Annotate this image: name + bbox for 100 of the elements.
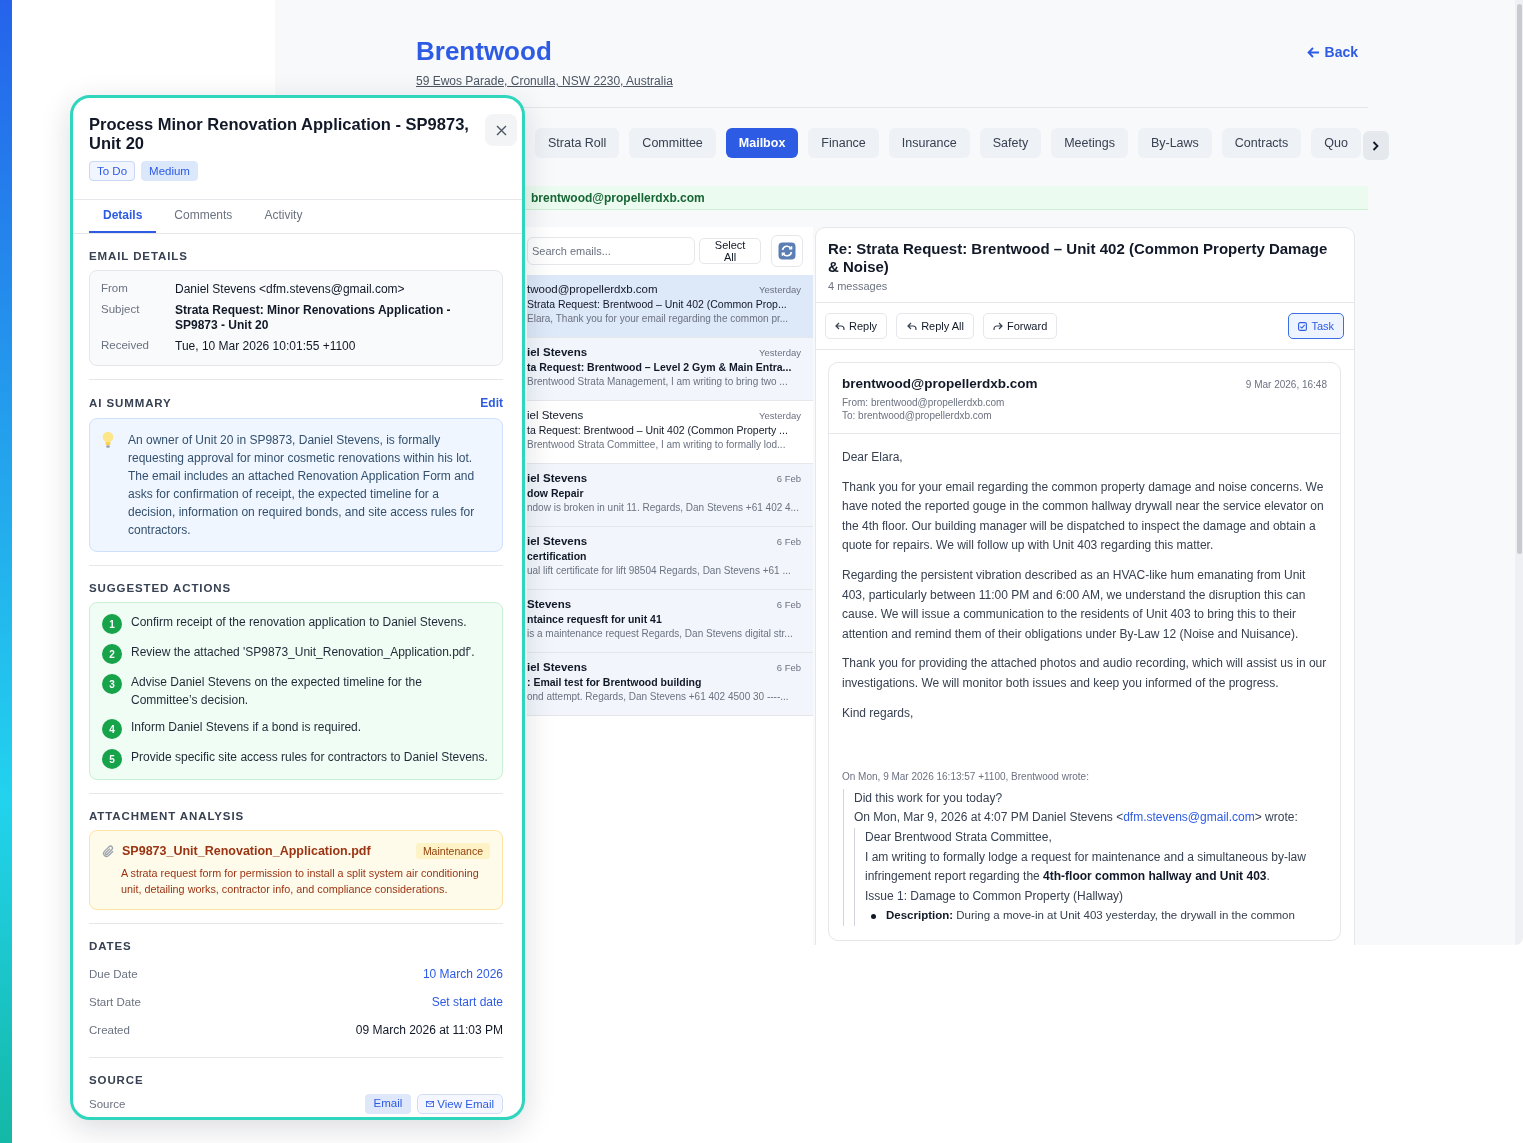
- email-subject: ta Request: Brentwood – Level 2 Gym & Main Entra...: [527, 361, 793, 373]
- section-heading: DATES: [89, 940, 132, 952]
- attachment-description: A strata request form for permission to install a split system air conditioning unit, detailing works, contractor info, and compliance considerations.: [121, 866, 480, 897]
- email-preview: ual lift certificate for lift 98504 Regards, Dan Stevens +61 ...: [527, 565, 792, 576]
- quoted-text: Did this work for you today?: [854, 789, 1004, 807]
- thread-subject: Re: Strata Request: Brentwood – Unit 402 (Common Property Damage & Noise): [828, 240, 1329, 276]
- nav-tab[interactable]: Strata Roll: [535, 128, 620, 158]
- message-to: To: brentwood@propellerdxb.com: [842, 409, 993, 422]
- nav-tab[interactable]: Finance: [808, 128, 879, 158]
- step-number: 2: [102, 644, 122, 664]
- action-text: Review the attached 'SP9873_Unit_Renovation_Application.pdf'.: [131, 644, 475, 661]
- back-link[interactable]: Back: [1306, 44, 1358, 60]
- email-preview: Brentwood Strata Management, I am writing to bring two ...: [527, 376, 789, 387]
- email-date: 6 Feb: [776, 599, 801, 610]
- message-paragraph: Thank you for your email regarding the common property damage and noise concerns. We have noted the reported gouge in the common hallway drywall near the service elevator on the 4th floor. Our building manager will be dispatched to inspect the damage and obtain a quote for repairs. We will follow up with Unit 403 regarding this matter.: [842, 478, 1325, 555]
- email-date: 6 Feb: [776, 536, 801, 547]
- nav-tab[interactable]: Contracts: [1221, 128, 1302, 158]
- bullet-icon: [871, 913, 876, 919]
- email-date: Yesterday: [759, 347, 801, 358]
- email-list-item[interactable]: iel Stevens 6 Feb dow Repair ndow is broken in unit 11. Regards, Dan Stevens +61 402 4...: [527, 464, 813, 527]
- view-email-button[interactable]: View Email: [417, 1094, 503, 1114]
- email-list-item[interactable]: Stevens 6 Feb ntaince requesft for unit 41 is a maintenance request Regards, Dan Stevens digital str...: [527, 590, 813, 653]
- nav-tab[interactable]: Safety: [979, 128, 1042, 158]
- section-heading: EMAIL DETAILS: [89, 250, 188, 262]
- summary-text: An owner of Unit 20 in SP9873, Daniel Stevens, is formally requesting approval for minor cosmetic renovations within his lot. The email includes an attached Renovation Application Form and asks for confirmation of receipt, the expected timeline for a decision, information on required bonds, and site access rules for contractors.: [128, 432, 476, 539]
- field-label: Subject: [101, 303, 141, 317]
- step-number: 5: [102, 749, 122, 769]
- select-all-button[interactable]: Select All: [698, 238, 762, 264]
- attachment-name[interactable]: SP9873_Unit_Renovation_Application.pdf: [122, 844, 371, 858]
- envelope-icon: [426, 1101, 435, 1107]
- create-task-button[interactable]: Task: [1288, 313, 1344, 339]
- email-date: 6 Feb: [776, 473, 801, 484]
- quoted-text: Dear Brentwood Strata Committee,: [865, 828, 1053, 846]
- email-sender: iel Stevens: [527, 472, 588, 484]
- quote-attribution: On Mon, Mar 9, 2026 at 4:07 PM Daniel Stevens <dfm.stevens@gmail.com> wrote:: [854, 809, 1299, 827]
- quoted-text: Description: During a move-in at Unit 403 yesterday, the drywall in the common: [886, 908, 1295, 924]
- nav-tab[interactable]: Meetings: [1051, 128, 1128, 158]
- email-date: Yesterday: [759, 284, 801, 295]
- section-heading: ATTACHMENT ANALYSIS: [89, 810, 245, 822]
- email-sender: twood@propellerdxb.com: [527, 283, 658, 295]
- step-number: 4: [102, 719, 122, 739]
- search-field[interactable]: Search emails...: [527, 237, 695, 265]
- forward-button[interactable]: Forward: [982, 313, 1058, 339]
- nav-tab[interactable]: Mailbox: [725, 128, 799, 158]
- email-subject: Strata Request: Brentwood – Unit 402 (Common Prop...: [527, 298, 788, 310]
- source-tag: Email: [364, 1094, 412, 1114]
- scroll-tabs-button[interactable]: [1363, 131, 1389, 160]
- email-list-item[interactable]: twood@propellerdxb.com Yesterday Strata Request: Brentwood – Unit 402 (Common Prop... Elara, Thank you for your email regarding the common pr...: [527, 275, 813, 338]
- date-label: Created: [89, 1024, 130, 1036]
- email-date: Yesterday: [759, 410, 801, 421]
- email-preview: Brentwood Strata Committee, I am writing to formally lod...: [527, 439, 787, 450]
- nav-tab[interactable]: Insurance: [888, 128, 970, 158]
- message-date: 9 Mar 2026, 16:48: [1245, 379, 1327, 390]
- email-sender: iel Stevens: [527, 346, 588, 358]
- date-label: Start Date: [89, 996, 141, 1008]
- scrollbar[interactable]: [1515, 0, 1523, 945]
- quoted-text: Issue 1: Damage to Common Property (Hallway): [865, 887, 1125, 905]
- reply-icon: [835, 321, 845, 331]
- email-list-item[interactable]: iel Stevens 6 Feb : Email test for Brentwood building ond attempt. Regards, Dan Stevens +61 402 4500 30 ----...: [527, 653, 813, 716]
- refresh-button[interactable]: [771, 235, 803, 267]
- nav-tab[interactable]: By-Laws: [1137, 128, 1212, 158]
- panel-tab[interactable]: Comments: [160, 200, 247, 233]
- checkbox-icon: [1298, 321, 1308, 331]
- date-link[interactable]: Set start date: [431, 995, 503, 1009]
- email-sender: Stevens: [527, 598, 572, 610]
- section-heading: SUGGESTED ACTIONS: [89, 582, 232, 594]
- action-text: Provide specific site access rules for contractors to Daniel Stevens.: [131, 749, 488, 766]
- date-link[interactable]: 10 March 2026: [422, 967, 503, 981]
- field-label: From: [101, 282, 129, 296]
- message-sender: brentwood@propellerdxb.com: [842, 376, 1038, 391]
- section-heading: AI SUMMARY: [89, 397, 172, 409]
- panel-tab[interactable]: Details: [89, 200, 157, 233]
- category-tag: Maintenance: [415, 843, 490, 859]
- email-list-item[interactable]: iel Stevens Yesterday ta Request: Brentwood – Level 2 Gym & Main Entra... Brentwood Strata Management, I am writing to bring two ...: [527, 338, 813, 401]
- email-list-item[interactable]: iel Stevens 6 Feb certification ual lift certificate for lift 98504 Regards, Dan Stevens +61 ...: [527, 527, 813, 590]
- reply-button[interactable]: Reply: [825, 313, 888, 339]
- quote-header: On Mon, 9 Mar 2026 16:13:57 +1100, Brentwood wrote:: [842, 770, 1090, 785]
- action-text: Confirm receipt of the renovation application to Daniel Stevens.: [131, 614, 467, 631]
- building-title: Brentwood: [416, 36, 553, 66]
- chevron-right-icon: [1372, 140, 1380, 151]
- message-paragraph: Kind regards,: [842, 704, 915, 722]
- reply-all-button[interactable]: Reply All: [896, 313, 974, 339]
- message-from: From: brentwood@propellerdxb.com: [842, 396, 1006, 409]
- step-number: 3: [102, 674, 122, 694]
- mailbox-address: brentwood@propellerdxb.com: [531, 190, 705, 205]
- paperclip-icon: [102, 843, 116, 859]
- email-link[interactable]: dfm.stevens@gmail.com: [1123, 810, 1255, 825]
- action-text: Inform Daniel Stevens if a bond is required.: [131, 719, 362, 736]
- message-count: 4 messages: [828, 280, 889, 292]
- action-text: Advise Daniel Stevens on the expected timeline for the Committee’s decision.: [131, 674, 423, 709]
- field-label: Received: [101, 339, 150, 353]
- message-paragraph: Dear Elara,: [842, 449, 904, 466]
- close-button[interactable]: [485, 114, 517, 146]
- arrow-left-icon: [1306, 46, 1320, 58]
- lightbulb-icon: [102, 431, 114, 449]
- nav-tab[interactable]: Quo: [1311, 128, 1361, 158]
- edit-link[interactable]: Edit: [480, 396, 503, 410]
- nav-tab[interactable]: Committee: [629, 128, 716, 158]
- panel-tab[interactable]: Activity: [250, 200, 317, 233]
- building-address: 59 Ewos Parade, Cronulla, NSW 2230, Australia: [416, 74, 673, 88]
